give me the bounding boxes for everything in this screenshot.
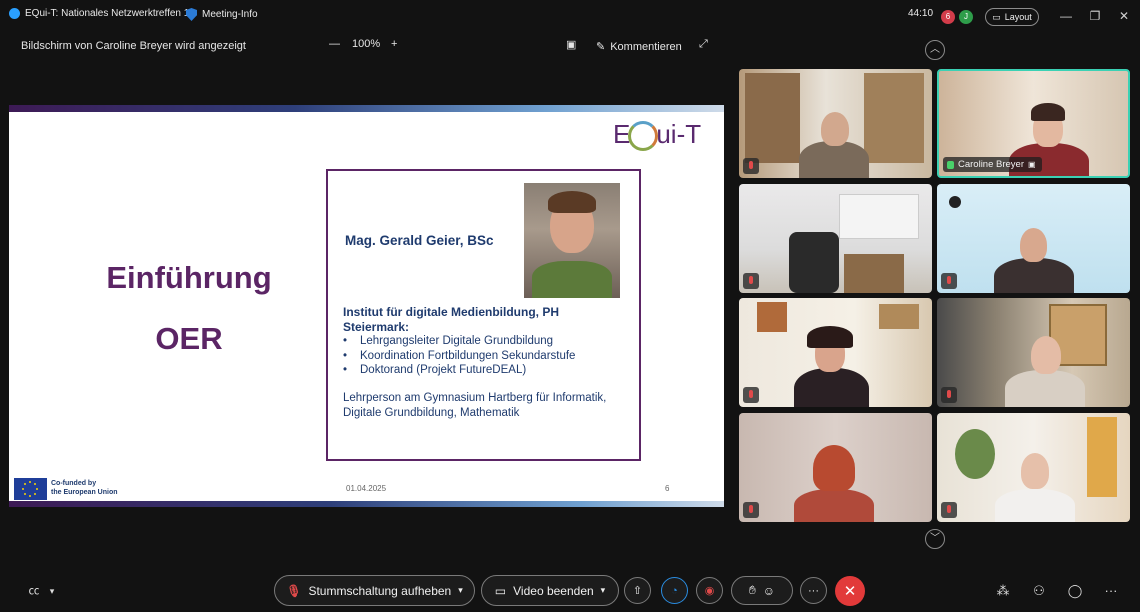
zoom-in-button[interactable]: + bbox=[391, 38, 397, 50]
role-list: Lehrgangsleiter Digitale Grundbildung Ko… bbox=[343, 334, 575, 378]
muted-mic-icon bbox=[941, 502, 957, 518]
muted-mic-icon bbox=[743, 158, 759, 174]
participant-tile[interactable] bbox=[739, 69, 932, 178]
more-icon[interactable]: ··· bbox=[1102, 582, 1120, 600]
meeting-info-button[interactable]: Meeting-Info bbox=[186, 8, 258, 21]
shield-icon bbox=[186, 8, 197, 21]
fullscreen-icon[interactable]: ⤢ bbox=[699, 38, 708, 51]
captions-icon[interactable]: ㏄ bbox=[25, 582, 43, 600]
sharing-indicator: Bildschirm von Caroline Breyer wird ange… bbox=[21, 40, 246, 52]
mic-active-icon bbox=[947, 160, 954, 169]
meeting-timer: 44:10 bbox=[908, 8, 934, 19]
restore-icon[interactable]: ❐ bbox=[1088, 9, 1102, 23]
slide-page-number: 6 bbox=[665, 484, 670, 493]
screen-share-icon: ▣ bbox=[1028, 160, 1036, 169]
stop-video-button[interactable]: ▭ Video beenden ▾ bbox=[481, 575, 619, 606]
list-item: Lehrgangsleiter Digitale Grundbildung bbox=[343, 334, 575, 349]
profile-box: Mag. Gerald Geier, BSc Institut für digi… bbox=[326, 169, 641, 461]
close-icon[interactable]: ✕ bbox=[1117, 9, 1131, 23]
shared-slide: Eui-T Einführung OER Mag. Gerald Geier, … bbox=[9, 105, 724, 507]
participant-tile[interactable] bbox=[937, 413, 1130, 522]
slide-bottom-bar bbox=[9, 501, 724, 507]
participant-tile[interactable] bbox=[937, 298, 1130, 407]
app-title: EQui-T: Nationales Netzwerktreffen 1 bbox=[9, 8, 189, 19]
reactions-button[interactable]: ✋︎ ☺ bbox=[731, 576, 793, 605]
participant-tile[interactable] bbox=[739, 184, 932, 293]
slide-heading-2: OER bbox=[155, 321, 223, 356]
apps-icon[interactable]: ⁂ bbox=[994, 582, 1012, 600]
minimize-icon[interactable]: — bbox=[1059, 9, 1073, 23]
equit-logo-ring bbox=[628, 121, 659, 152]
chevron-down-icon[interactable]: ▾ bbox=[43, 582, 61, 600]
record-icon[interactable]: ◉ bbox=[696, 577, 723, 604]
slide-top-bar bbox=[9, 105, 724, 112]
share-icon[interactable]: ⇧ bbox=[624, 577, 651, 604]
end-call-icon[interactable]: ✕ bbox=[835, 576, 865, 606]
zoom-out-button[interactable]: — bbox=[329, 38, 340, 50]
muted-mic-icon bbox=[941, 273, 957, 289]
list-item: Doktorand (Projekt FutureDEAL) bbox=[343, 363, 575, 378]
mic-muted-icon: 🎙︎ bbox=[286, 583, 302, 598]
layout-button[interactable]: ▭ Layout bbox=[985, 8, 1039, 26]
zoom-level: 100% bbox=[352, 38, 381, 50]
participant-tile-active[interactable]: Caroline Breyer ▣ bbox=[937, 69, 1130, 178]
scroll-up-icon[interactable]: ︿ bbox=[925, 40, 945, 60]
chevron-down-icon: ▾ bbox=[600, 585, 606, 595]
institute-text: Institut für digitale Medienbildung, PH … bbox=[343, 305, 559, 334]
recording-status-badge[interactable]: 6 bbox=[941, 10, 955, 24]
ai-assistant-icon[interactable]: ◔ bbox=[661, 577, 688, 604]
muted-mic-icon bbox=[743, 387, 759, 403]
comment-button[interactable]: ✎ Kommentieren bbox=[596, 40, 682, 54]
teacher-text: Lehrperson am Gymnasium Hartberg für Inf… bbox=[343, 392, 607, 419]
participant-tile[interactable] bbox=[739, 413, 932, 522]
scroll-down-icon[interactable]: ﹀ bbox=[925, 529, 945, 549]
chat-icon[interactable]: ◯ bbox=[1066, 582, 1084, 600]
more-options-button[interactable]: ··· bbox=[800, 577, 827, 604]
participant-tile[interactable] bbox=[739, 298, 932, 407]
eu-funding-text: Co-funded by the European Union bbox=[51, 480, 118, 496]
participant-tile[interactable] bbox=[937, 184, 1130, 293]
webex-logo-icon bbox=[9, 8, 20, 19]
slide-heading-1: Einführung bbox=[106, 260, 272, 295]
list-item: Koordination Fortbildungen Sekundarstufe bbox=[343, 349, 575, 364]
eu-flag-icon bbox=[14, 478, 47, 500]
speaker-name: Mag. Gerald Geier, BSc bbox=[345, 233, 494, 248]
participant-name-tag: Caroline Breyer ▣ bbox=[943, 157, 1042, 172]
equit-logo: Eui-T bbox=[613, 119, 701, 152]
participants-icon[interactable]: ⚇ bbox=[1030, 582, 1048, 600]
muted-mic-icon bbox=[743, 502, 759, 518]
screen-icon[interactable]: ▣ bbox=[566, 38, 576, 51]
speaker-photo bbox=[524, 183, 620, 298]
title-bar: EQui-T: Nationales Netzwerktreffen 1 Mee… bbox=[0, 0, 1140, 34]
muted-mic-icon bbox=[941, 387, 957, 403]
chevron-down-icon: ▾ bbox=[458, 585, 463, 595]
camera-icon: ▭ bbox=[494, 583, 507, 598]
layout-icon: ▭ bbox=[992, 11, 1001, 22]
slide-date: 01.04.2025 bbox=[346, 484, 387, 493]
connection-status-badge[interactable]: J bbox=[959, 10, 973, 24]
muted-mic-icon bbox=[743, 273, 759, 289]
pen-icon: ✎ bbox=[596, 41, 606, 53]
raise-hand-icon: ✋︎ bbox=[748, 583, 756, 597]
unmute-button[interactable]: 🎙︎ Stummschaltung aufheben ▾ bbox=[274, 575, 475, 606]
emoji-icon: ☺ bbox=[762, 583, 776, 598]
